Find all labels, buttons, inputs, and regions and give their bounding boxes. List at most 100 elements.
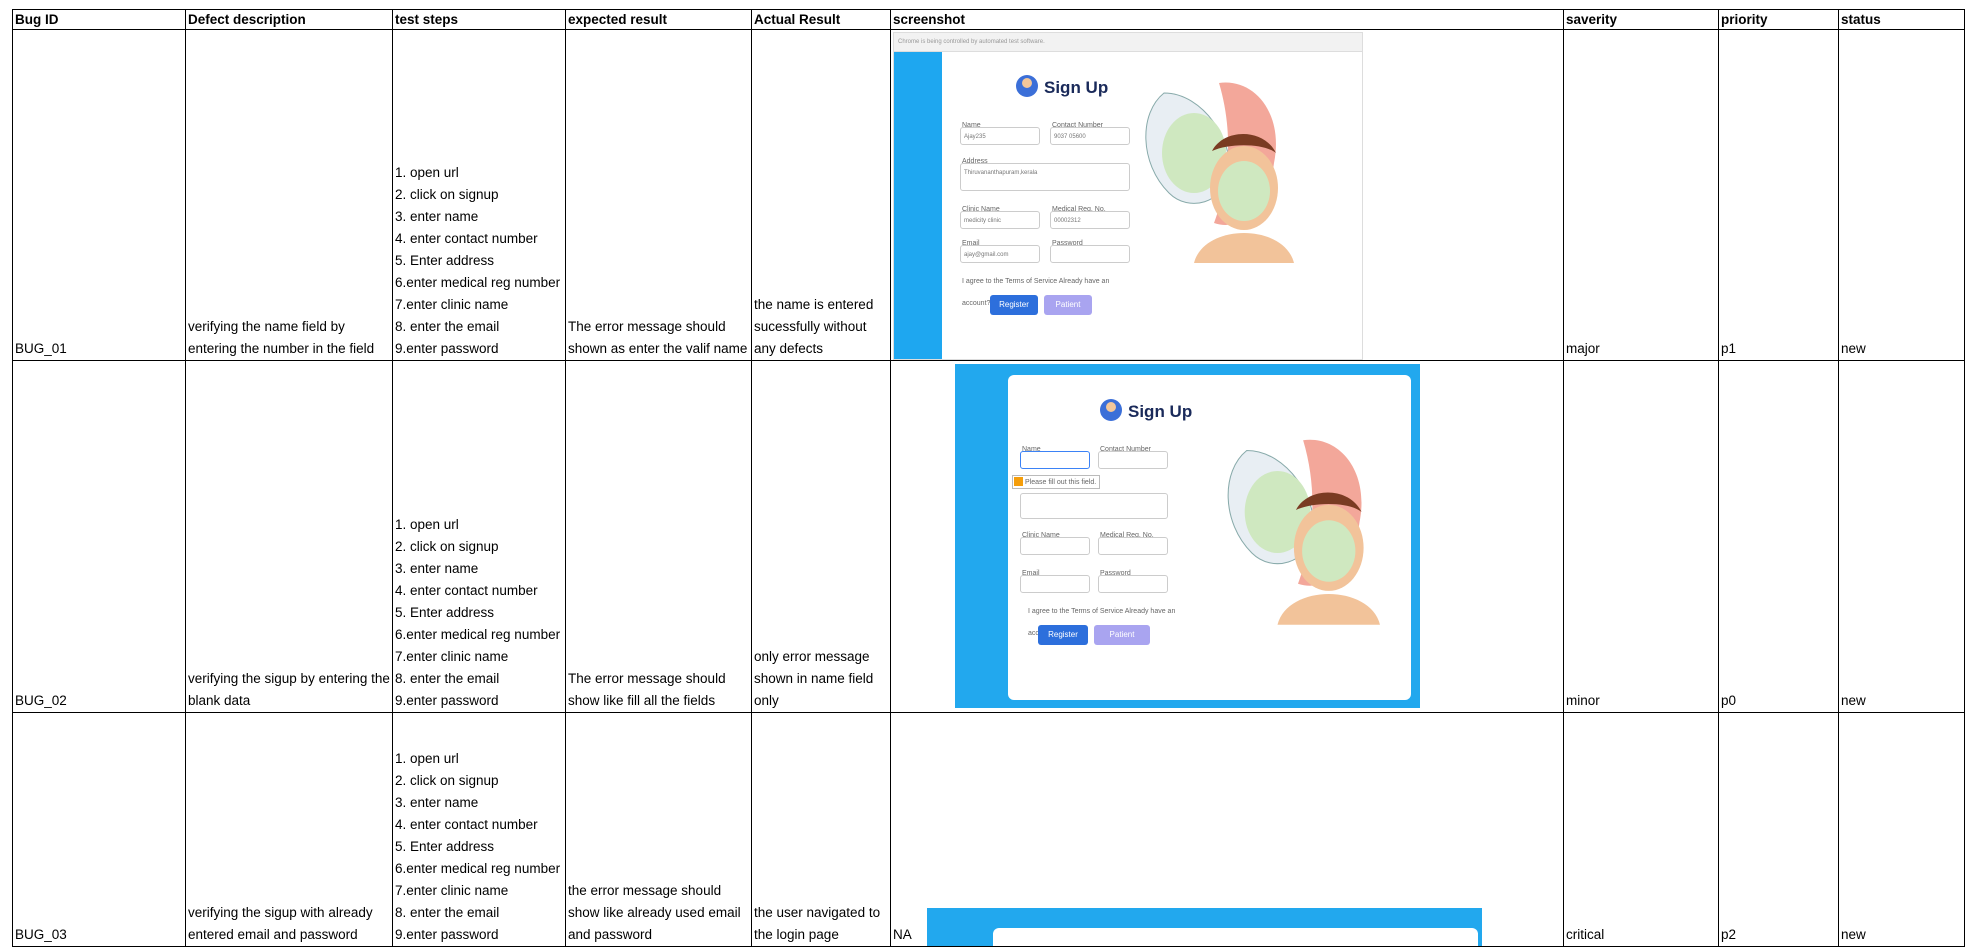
name-field: Ajay235 bbox=[960, 127, 1040, 145]
cell-description[interactable]: verifying the sigup by entering the blan… bbox=[185, 360, 393, 713]
cell-status[interactable]: new bbox=[1838, 712, 1965, 947]
step: 8. enter the email bbox=[395, 905, 500, 920]
medreg-field: 00002312 bbox=[1050, 211, 1130, 229]
cell-description[interactable]: verifying the sigup with already entered… bbox=[185, 712, 393, 947]
cell-bug-id[interactable]: BUG_01 bbox=[12, 29, 186, 361]
header-description[interactable]: Defect description bbox=[185, 9, 393, 30]
address-field bbox=[1020, 493, 1168, 519]
email-field: ajay@gmail.com bbox=[960, 245, 1040, 263]
step: 1. open url bbox=[395, 165, 459, 180]
step: 3. enter name bbox=[395, 561, 479, 576]
step: 5. Enter address bbox=[395, 605, 495, 620]
signup-card: Sign Up Name Contact Number Please fill … bbox=[1008, 375, 1411, 700]
cell-bug-id[interactable]: BUG_02 bbox=[12, 360, 186, 713]
illustration-faces bbox=[1145, 82, 1294, 263]
cell-expected[interactable]: The error message should show like fill … bbox=[565, 360, 752, 713]
step: 8. enter the email bbox=[395, 319, 500, 334]
cell-priority[interactable]: p1 bbox=[1718, 29, 1839, 361]
email-field bbox=[1020, 575, 1090, 593]
step: 6.enter medical reg number bbox=[395, 275, 561, 290]
patient-button: Patient bbox=[1044, 295, 1092, 315]
password-field bbox=[1050, 245, 1130, 263]
step: 1. open url bbox=[395, 751, 459, 766]
header-row: Bug ID Defect description test steps exp… bbox=[12, 9, 1965, 30]
patient-button: Patient bbox=[1094, 625, 1150, 645]
cell-expected[interactable]: The error message should shown as enter … bbox=[565, 29, 752, 361]
cell-expected[interactable]: the error message should show like alrea… bbox=[565, 712, 752, 947]
step: 5. Enter address bbox=[395, 839, 495, 854]
cell-actual[interactable]: the user navigated to the login page bbox=[751, 712, 891, 947]
table-row: BUG_03 verifying the sigup with already … bbox=[12, 712, 1965, 947]
step: 4. enter contact number bbox=[395, 817, 538, 832]
cell-screenshot[interactable]: Chrome is being controlled by automated … bbox=[890, 29, 1564, 361]
step: 3. enter name bbox=[395, 209, 479, 224]
medreg-field bbox=[1098, 537, 1168, 555]
step: 7.enter clinic name bbox=[395, 649, 509, 664]
step: 9.enter password bbox=[395, 341, 499, 356]
header-status[interactable]: status bbox=[1838, 9, 1965, 30]
register-button: Register bbox=[1038, 625, 1088, 645]
header-steps[interactable]: test steps bbox=[392, 9, 566, 30]
step: 2. click on signup bbox=[395, 187, 499, 202]
step: 9.enter password bbox=[395, 693, 499, 708]
table-row: BUG_02 verifying the sigup by entering t… bbox=[12, 360, 1965, 713]
header-actual[interactable]: Actual Result bbox=[751, 9, 891, 30]
cell-severity[interactable]: major bbox=[1563, 29, 1719, 361]
step: 3. enter name bbox=[395, 795, 479, 810]
browser-info-bar: Chrome is being controlled by automated … bbox=[894, 33, 1362, 52]
terms-text: I agree to the Terms of Service Already … bbox=[962, 278, 1110, 307]
bug-report-table: Bug ID Defect description test steps exp… bbox=[12, 9, 1965, 947]
signup-title: Sign Up bbox=[1128, 402, 1193, 421]
header-bug-id[interactable]: Bug ID bbox=[12, 9, 186, 30]
cell-bug-id[interactable]: BUG_03 bbox=[12, 712, 186, 947]
step: 7.enter clinic name bbox=[395, 883, 509, 898]
header-priority[interactable]: priority bbox=[1718, 9, 1839, 30]
login-card bbox=[993, 928, 1478, 946]
validation-tooltip: Please fill out this field. bbox=[1012, 475, 1100, 489]
address-field: Thiruvananthapuram,kerala bbox=[960, 163, 1130, 191]
clinic-field: medicity clinic bbox=[960, 211, 1040, 229]
screenshot-image bbox=[927, 908, 1482, 946]
step: 2. click on signup bbox=[395, 773, 499, 788]
step: 7.enter clinic name bbox=[395, 297, 509, 312]
cell-actual[interactable]: the name is entered sucessfully without … bbox=[751, 29, 891, 361]
cell-steps[interactable]: 1. open url 2. click on signup 3. enter … bbox=[392, 360, 566, 713]
password-field bbox=[1098, 575, 1168, 593]
step: 5. Enter address bbox=[395, 253, 495, 268]
cell-priority[interactable]: p0 bbox=[1718, 360, 1839, 713]
name-field bbox=[1020, 451, 1090, 469]
cell-steps[interactable]: 1. open url 2. click on signup 3. enter … bbox=[392, 712, 566, 947]
step: 6.enter medical reg number bbox=[395, 861, 561, 876]
signup-title: Sign Up bbox=[1044, 78, 1109, 97]
header-expected[interactable]: expected result bbox=[565, 9, 752, 30]
contact-field bbox=[1098, 451, 1168, 469]
clinic-field bbox=[1020, 537, 1090, 555]
cell-priority[interactable]: p2 bbox=[1718, 712, 1839, 947]
step: 8. enter the email bbox=[395, 671, 500, 686]
screenshot-note: NA bbox=[893, 927, 912, 942]
cell-screenshot[interactable]: Sign Up Name Contact Number Please fill … bbox=[890, 360, 1564, 713]
cell-actual[interactable]: only error message shown in name field o… bbox=[751, 360, 891, 713]
cell-severity[interactable]: minor bbox=[1563, 360, 1719, 713]
step: 2. click on signup bbox=[395, 539, 499, 554]
step: 1. open url bbox=[395, 517, 459, 532]
header-screenshot[interactable]: screenshot bbox=[890, 9, 1564, 30]
screenshot-image: Sign Up Name Contact Number Please fill … bbox=[955, 364, 1420, 708]
step: 4. enter contact number bbox=[395, 231, 538, 246]
cell-description[interactable]: verifying the name field by entering the… bbox=[185, 29, 393, 361]
table-row: BUG_01 verifying the name field by enter… bbox=[12, 29, 1965, 361]
blue-side-panel bbox=[894, 52, 942, 359]
register-button: Register bbox=[990, 295, 1038, 315]
warning-icon bbox=[1014, 477, 1023, 486]
cell-screenshot[interactable]: NA bbox=[890, 712, 1564, 947]
header-severity[interactable]: saverity bbox=[1563, 9, 1719, 30]
cell-steps[interactable]: 1. open url 2. click on signup 3. enter … bbox=[392, 29, 566, 361]
step: 9.enter password bbox=[395, 927, 499, 942]
avatar-icon bbox=[1100, 399, 1122, 421]
contact-field: 9037 05600 bbox=[1050, 127, 1130, 145]
illustration-faces bbox=[1227, 439, 1380, 625]
screenshot-image: Chrome is being controlled by automated … bbox=[893, 32, 1363, 360]
cell-status[interactable]: new bbox=[1838, 360, 1965, 713]
cell-severity[interactable]: critical bbox=[1563, 712, 1719, 947]
cell-status[interactable]: new bbox=[1838, 29, 1965, 361]
